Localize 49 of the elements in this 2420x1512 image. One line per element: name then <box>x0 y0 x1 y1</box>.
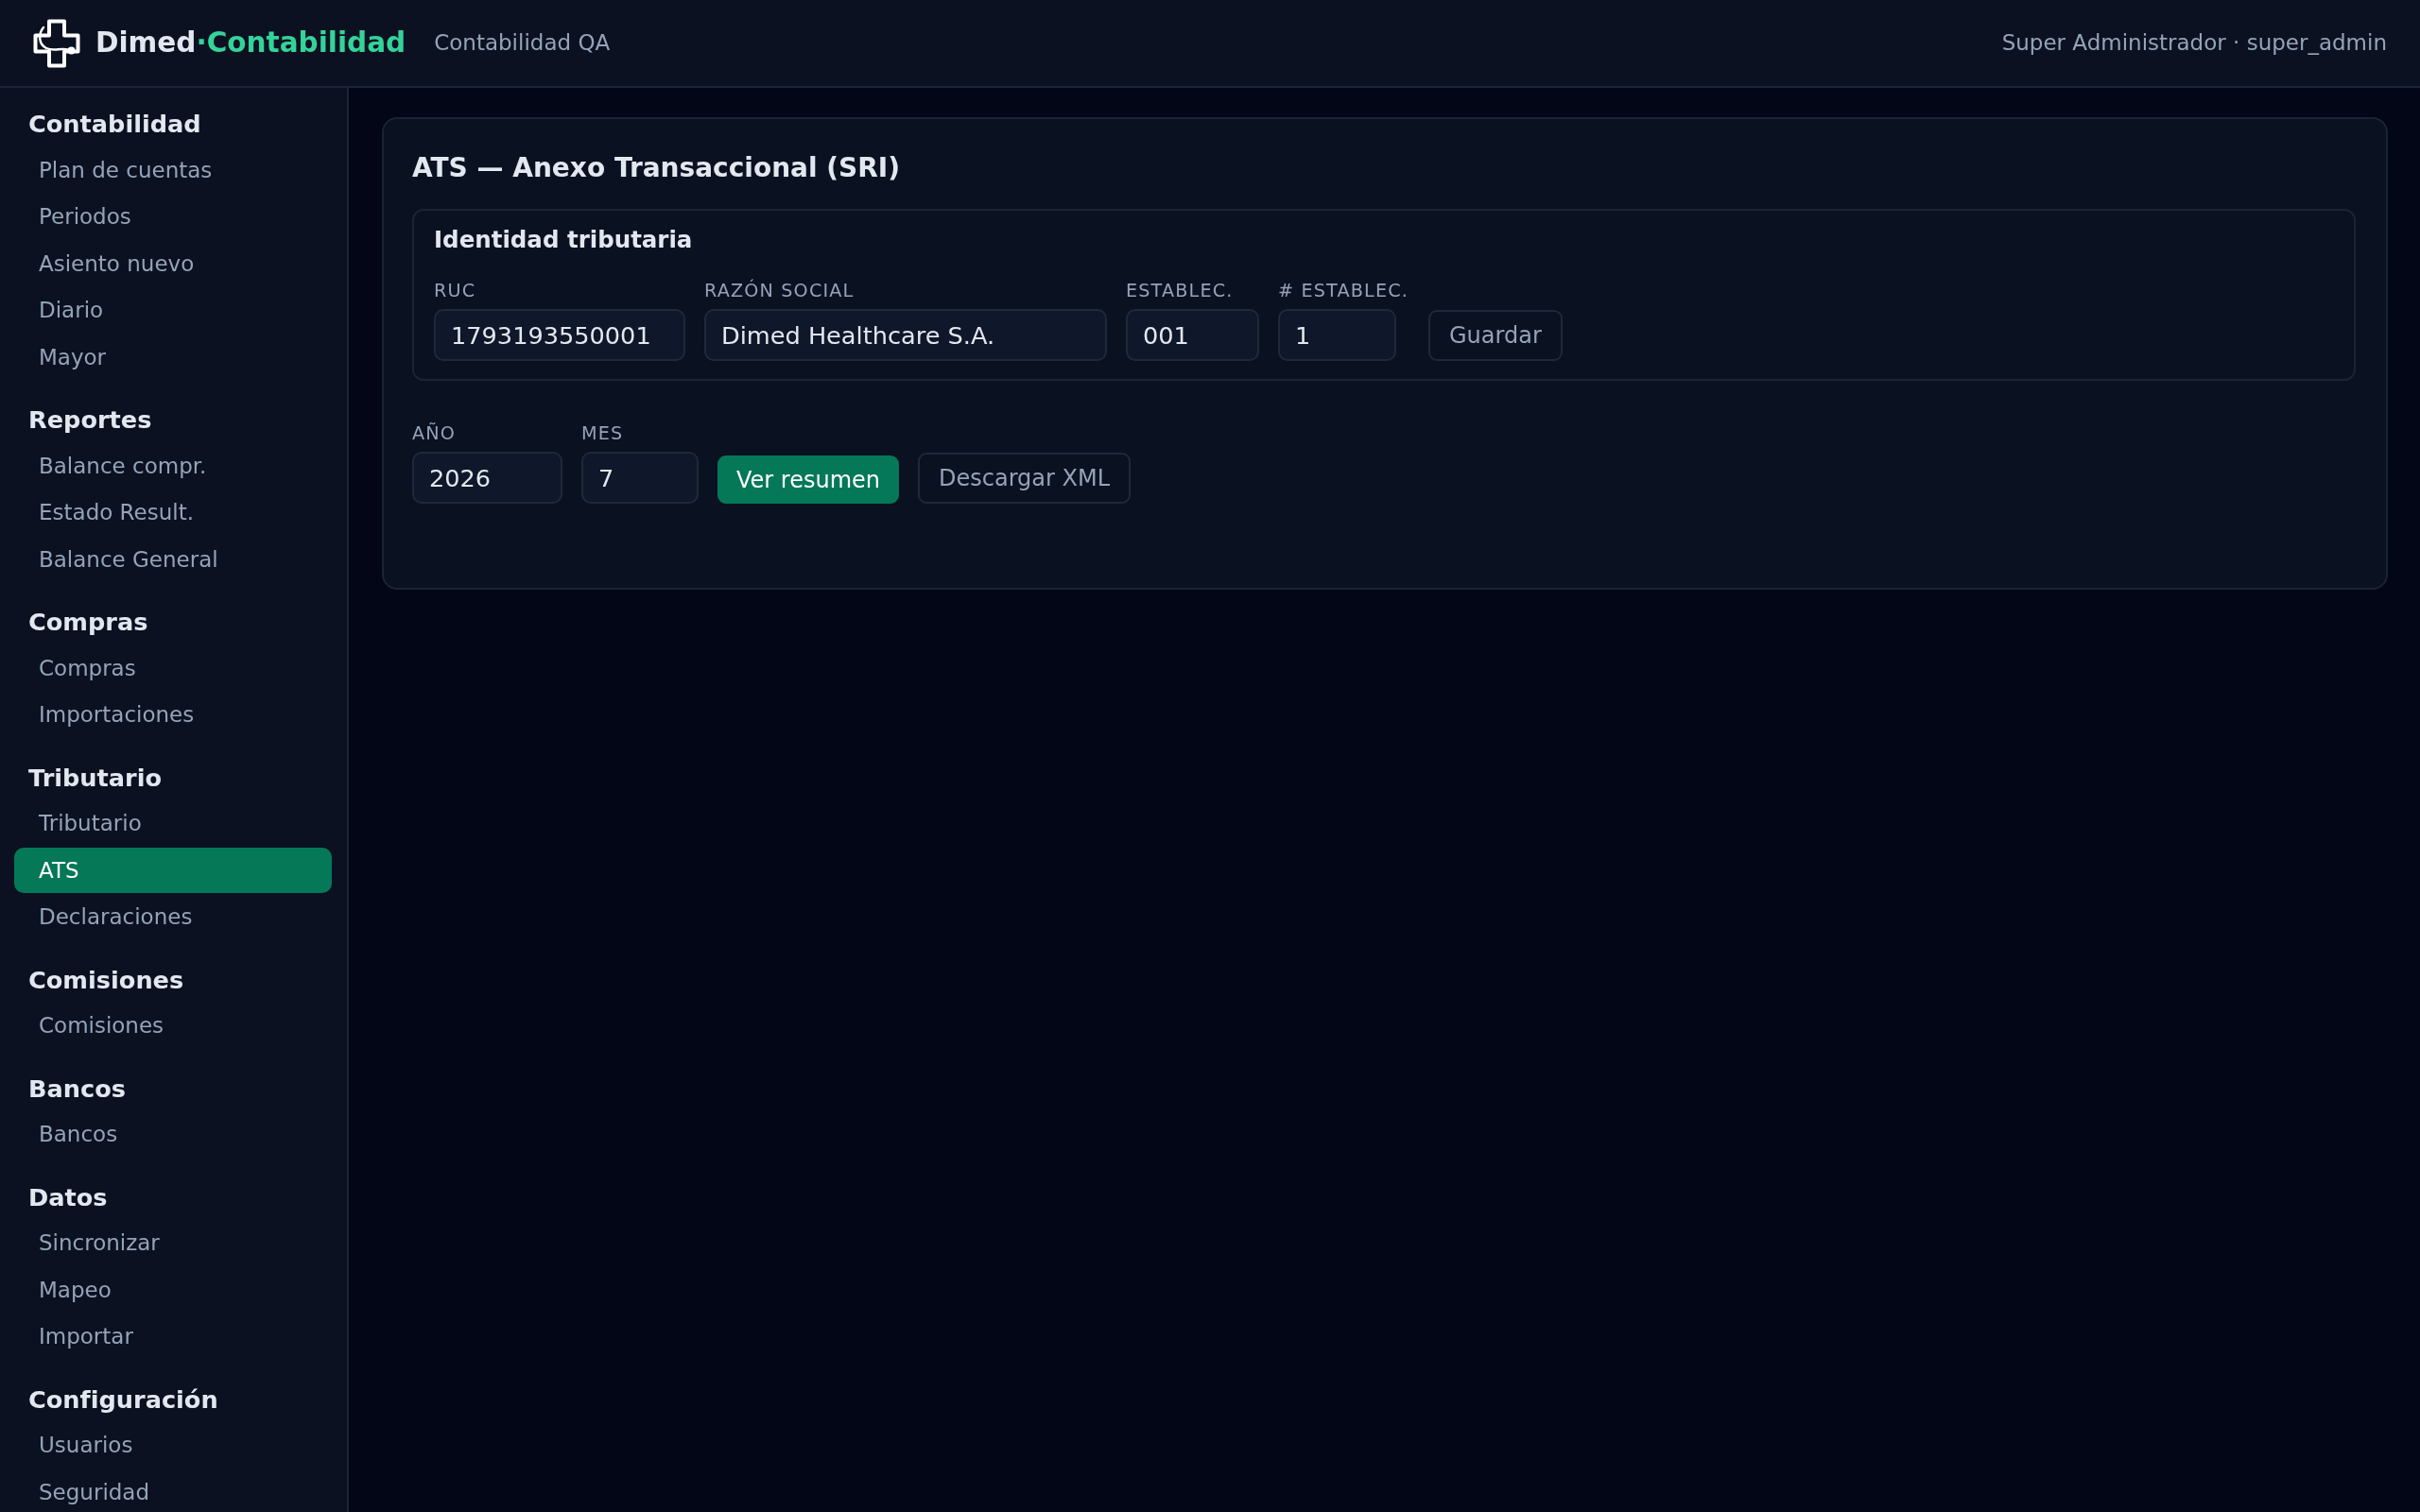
sidebar-item[interactable]: Sincronizar <box>14 1220 332 1266</box>
sidebar-heading: Reportes <box>27 404 153 436</box>
field-label: AÑO <box>412 422 457 444</box>
sidebar-item[interactable]: Usuarios <box>14 1422 332 1469</box>
sidebar-item[interactable]: Importar <box>14 1314 332 1360</box>
field-label: RAZÓN SOCIAL <box>704 280 855 301</box>
primary-button[interactable]: Ver resumen <box>717 455 899 504</box>
input-field[interactable]: Dimed Healthcare S.A. <box>704 309 1107 361</box>
sidebar-heading: Configuración <box>27 1383 219 1416</box>
sidebar-item[interactable]: Asiento nuevo <box>14 241 332 286</box>
sidebar-item[interactable]: Plan de cuentas <box>14 147 332 193</box>
sidebar-item[interactable]: Balance General <box>14 537 332 582</box>
sidebar-item[interactable]: Estado Result. <box>14 490 332 536</box>
page-title: ATS — Anexo Transaccional (SRI) <box>412 152 902 184</box>
sidebar-item[interactable]: Comisiones <box>14 1003 332 1049</box>
sidebar-item[interactable]: Diario <box>14 287 332 334</box>
medical-cross-icon <box>33 18 80 68</box>
sidebar-item[interactable]: Importaciones <box>14 692 332 738</box>
sidebar-item[interactable]: Seguridad <box>14 1469 332 1512</box>
sidebar-item[interactable]: Balance compr. <box>14 443 332 489</box>
field-label: # ESTABLEC. <box>1278 280 1409 301</box>
sidebar-item[interactable]: Periodos <box>14 194 332 240</box>
sidebar-heading: Tributario <box>27 762 164 794</box>
section-title: Identidad tributaria <box>434 225 694 254</box>
user-label: Super Administrador · super_admin <box>2001 29 2387 58</box>
sidebar-heading: Comisiones <box>27 964 185 996</box>
sidebar-item[interactable]: Tributario <box>14 800 332 847</box>
sidebar-item[interactable]: ATS <box>14 848 332 893</box>
outline-button[interactable]: Descargar XML <box>918 453 1132 504</box>
field-label: RUC <box>434 280 476 301</box>
input-field[interactable]: 1 <box>1278 309 1396 361</box>
sidebar-heading: Datos <box>27 1181 109 1213</box>
input-field[interactable]: 1793193550001 <box>434 309 685 361</box>
input-field[interactable]: 001 <box>1126 309 1259 361</box>
sidebar-item[interactable]: Compras <box>14 645 332 691</box>
sidebar-item[interactable]: Bancos <box>14 1111 332 1158</box>
sidebar-heading: Contabilidad <box>27 109 202 140</box>
sidebar-heading: Compras <box>27 607 149 638</box>
sidebar-item[interactable]: Mapeo <box>14 1267 332 1313</box>
sidebar-heading: Bancos <box>27 1073 127 1105</box>
field-label: ESTABLEC. <box>1126 280 1234 301</box>
environment-label: Contabilidad QA <box>434 29 611 58</box>
sidebar-item[interactable]: Declaraciones <box>14 894 332 940</box>
input-field[interactable]: 7 <box>581 452 699 504</box>
field-label: MES <box>581 422 624 444</box>
input-field[interactable]: 2026 <box>412 452 562 504</box>
outline-button[interactable]: Guardar <box>1428 310 1563 361</box>
sidebar-item[interactable]: Mayor <box>14 335 332 380</box>
app-title: Dimed·Contabilidad <box>95 26 406 61</box>
